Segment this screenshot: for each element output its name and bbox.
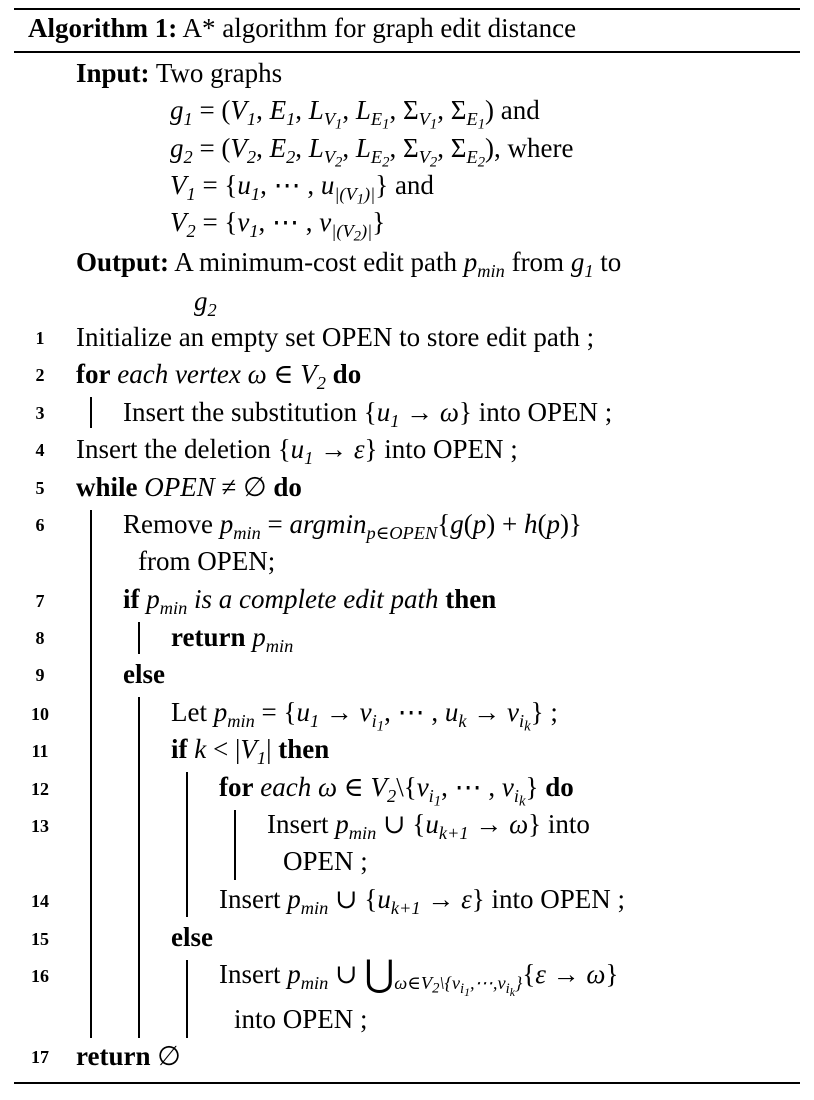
line-6-cont: from OPEN; xyxy=(138,546,276,576)
line-number-13: 13 xyxy=(31,816,49,836)
top-rule xyxy=(14,8,800,10)
line-7: if pmin is a complete edit path then xyxy=(123,584,497,618)
input-v1: V1 = {u1, ⋯ , u|(V1)|} and xyxy=(170,170,434,208)
line-9: else xyxy=(123,659,165,689)
line-number-8: 8 xyxy=(35,628,45,648)
line-14: Insert pmin ∪ {uk+1 → ε} into OPEN ; xyxy=(219,884,625,918)
line-number-6: 6 xyxy=(35,515,45,535)
line-6: Remove pmin = argminp∈OPEN{g(p) + h(p)} xyxy=(123,509,582,543)
line-number-14: 14 xyxy=(31,891,49,911)
input-line: Input: Two graphs xyxy=(76,60,282,87)
line-12: for each ω ∈ V2\{vi1, ⋯ , vik} do xyxy=(219,772,574,810)
line-2: for each vertex ω ∈ V2 do xyxy=(76,359,362,393)
output-line-cont: g2 xyxy=(194,286,217,320)
line-16: Insert pmin ∪ ⋃ω∈V2\{vi1,⋯,vik}{ε → ω} xyxy=(219,953,619,999)
output-line: Output: A minimum-cost edit path pmin fr… xyxy=(76,247,622,281)
for-each-block-bar xyxy=(234,810,236,880)
line-number-15: 15 xyxy=(31,929,49,949)
line-16-cont: into OPEN ; xyxy=(234,1004,368,1034)
for-block-bar xyxy=(90,397,92,428)
caption-rule xyxy=(14,51,800,53)
line-17: return ∅ xyxy=(76,1041,181,1071)
line-number-12: 12 xyxy=(31,779,49,799)
if-k-block-bar xyxy=(186,772,188,917)
input-g1: g1 = (V1, E1, LV1, LE1, ΣV1, ΣE1) and xyxy=(170,95,540,133)
line-1-text: Initialize an empty set OPEN to store ed… xyxy=(76,322,595,352)
output-label: Output: xyxy=(76,247,170,277)
line-11: if k < |V1| then xyxy=(171,734,330,768)
word-where: where xyxy=(507,133,574,163)
line-5: while OPEN ≠ ∅ do xyxy=(76,472,302,502)
else-block-bar xyxy=(138,697,140,1038)
line-15: else xyxy=(171,922,213,952)
line-number-1: 1 xyxy=(35,328,45,348)
input-v2: V2 = {v1, ⋯ , v|(V2)|} xyxy=(170,207,386,245)
word-and-2: and xyxy=(394,170,434,200)
line-number-9: 9 xyxy=(35,665,45,685)
line-1: Initialize an empty set OPEN to store ed… xyxy=(76,324,594,351)
line-number-5: 5 xyxy=(35,478,45,498)
line-13: Insert pmin ∪ {uk+1 → ω} into xyxy=(267,809,590,843)
bottom-rule xyxy=(14,1082,800,1084)
line-number-2: 2 xyxy=(35,365,45,385)
line-3: Insert the substitution {u1 → ω} into OP… xyxy=(123,397,613,431)
line-number-10: 10 xyxy=(31,704,49,724)
line-number-4: 4 xyxy=(35,440,45,460)
line-13-cont: OPEN ; xyxy=(283,846,368,876)
input-g2: g2 = (V2, E2, LV2, LE2, ΣV2, ΣE2), where xyxy=(170,133,574,171)
algorithm-caption: Algorithm 1: A* algorithm for graph edit… xyxy=(28,15,576,42)
input-lead: Two graphs xyxy=(155,58,283,88)
algorithm-page: { "caption": { "label": "Algorithm 1:", … xyxy=(0,0,814,1100)
line-number-11: 11 xyxy=(31,741,49,761)
output-text: A minimum-cost edit path xyxy=(174,247,458,277)
while-block-bar xyxy=(90,510,92,1038)
else-inner-block-bar xyxy=(186,960,188,1038)
caption-title: A* algorithm for graph edit distance xyxy=(182,13,577,43)
line-8: return pmin xyxy=(171,622,294,656)
input-label: Input: xyxy=(76,58,150,88)
caption-label: Algorithm 1: xyxy=(28,13,178,43)
line-number-16: 16 xyxy=(31,966,49,986)
line-number-17: 17 xyxy=(31,1047,49,1067)
line-number-3: 3 xyxy=(35,403,45,423)
word-and: and xyxy=(500,95,540,125)
line-10: Let pmin = {u1 → vi1, ⋯ , uk → vik} ; xyxy=(171,697,558,735)
if-block-bar xyxy=(138,622,140,654)
line-number-7: 7 xyxy=(35,591,45,611)
line-4: Insert the deletion {u1 → ε} into OPEN ; xyxy=(76,434,518,468)
